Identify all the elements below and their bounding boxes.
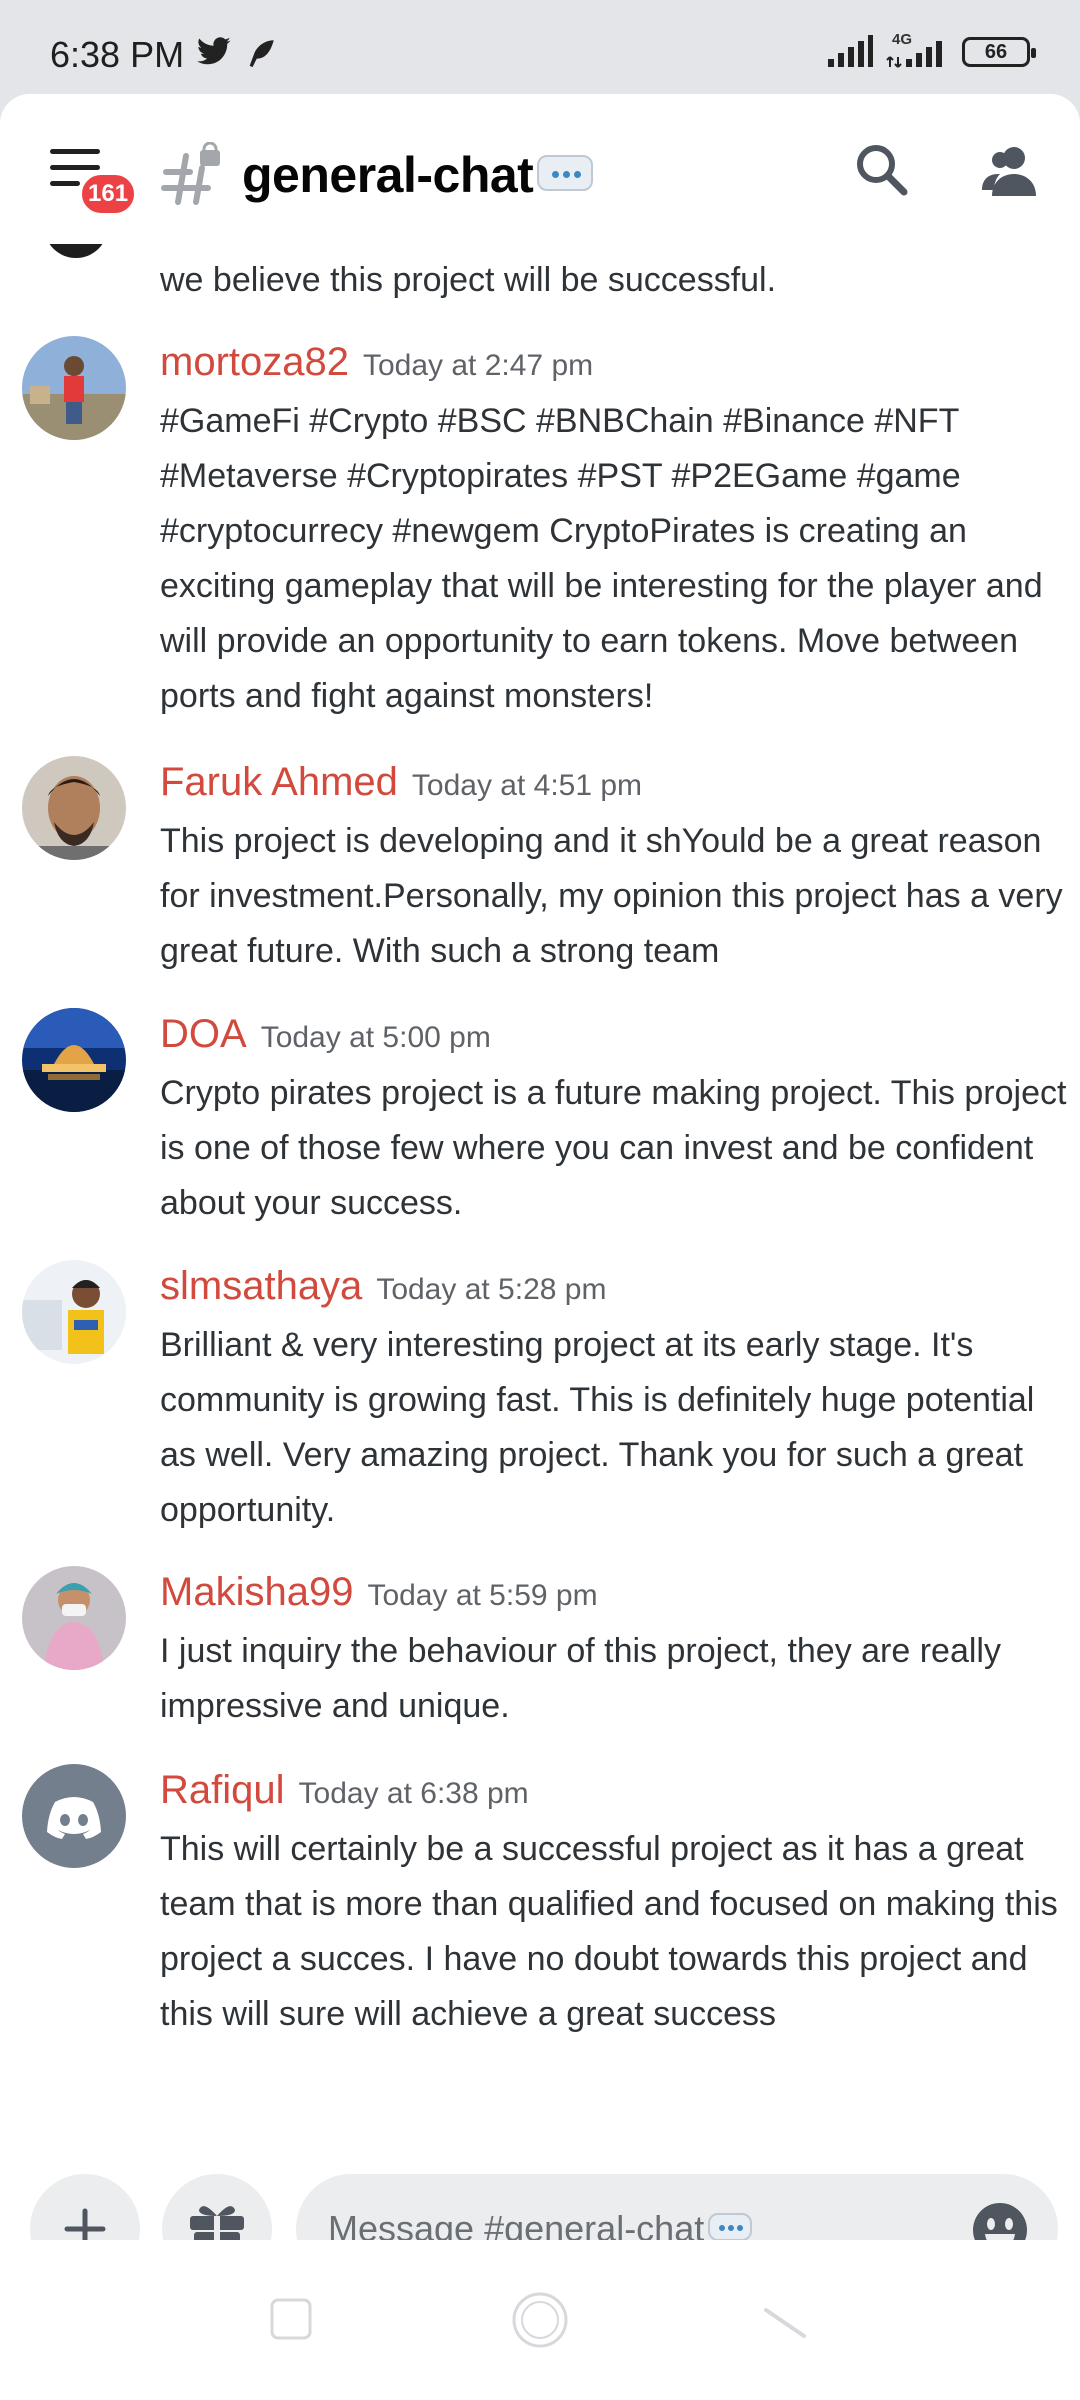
message-text: #GameFi #Crypto #BSC #BNBChain #Binance … [160,402,1043,715]
feather-icon [249,40,274,68]
avatar[interactable] [22,1008,126,1112]
message-timestamp: Today at 5:28 pm [376,1273,607,1306]
channel-hash-locked-icon [161,142,220,205]
channel-title[interactable]: general-chat [242,146,594,204]
speech-balloon-icon [708,2213,753,2242]
system-nav-bar [0,2240,1080,2400]
username[interactable]: DOA Today at 5:00 pm [160,1012,491,1057]
message-list[interactable]: This great project has a very strong and… [0,244,1080,2134]
avatar[interactable] [22,756,126,860]
signal-icon [828,35,873,67]
avatar[interactable] [22,1566,126,1670]
username[interactable]: Rafiqul Today at 6:38 pm [160,1768,529,1813]
avatar[interactable] [22,1764,126,1868]
recent-apps-icon[interactable] [268,2296,314,2342]
notification-badge: 161 [78,171,139,217]
speech-balloon-icon [537,154,594,191]
members-icon[interactable] [980,140,1040,200]
message-text: This great project has a very strong and… [160,261,777,299]
message-text: This will certainly be a successful proj… [160,1830,1058,2033]
home-icon[interactable] [510,2290,570,2350]
back-icon[interactable] [760,2296,810,2342]
discord-logo-icon [47,1797,101,1839]
message-text: I just inquiry the behaviour of this pro… [160,1632,1001,1725]
message-timestamp: Today at 5:59 pm [367,1579,598,1612]
status-bar: 6:38 PM 4G 66 [0,0,1080,96]
hamburger-menu-icon [50,149,100,154]
avatar[interactable] [22,1260,126,1364]
username[interactable]: slmsathaya Today at 5:28 pm [160,1264,606,1309]
message-timestamp: Today at 2:47 pm [362,349,594,382]
username[interactable]: Makisha99 Today at 5:59 pm [160,1570,598,1615]
message-text: This project is developing and it shYoul… [160,822,1063,970]
message-timestamp: Today at 6:38 pm [298,1777,529,1810]
menu-button[interactable]: 161 [50,149,139,217]
avatar [44,244,108,258]
avatar[interactable] [22,336,126,440]
message-timestamp: Today at 5:00 pm [260,1021,491,1054]
battery-icon: 66 [962,37,1036,67]
twitter-icon [197,37,231,65]
message-text: Brilliant & very interesting project at … [160,1326,1035,1529]
battery-level: 66 [984,40,1008,63]
channel-name-text: general-chat [242,147,534,203]
username[interactable]: Faruk Ahmed Today at 4:51 pm [160,760,642,805]
status-time: 6:38 PM [50,34,185,75]
channel-header: 161 general-chat [0,94,1080,244]
status-icons: 4G 66 [826,30,1036,74]
username[interactable]: mortoza82 Today at 2:47 pm [160,340,593,385]
search-icon[interactable] [852,140,912,200]
app-panel: 161 general-chat we believe this project… [0,94,1080,2400]
message-timestamp: Today at 4:51 pm [411,769,643,802]
signal-4g-icon: 4G [886,31,950,69]
message-text: Crypto pirates project is a future makin… [160,1074,1067,1222]
